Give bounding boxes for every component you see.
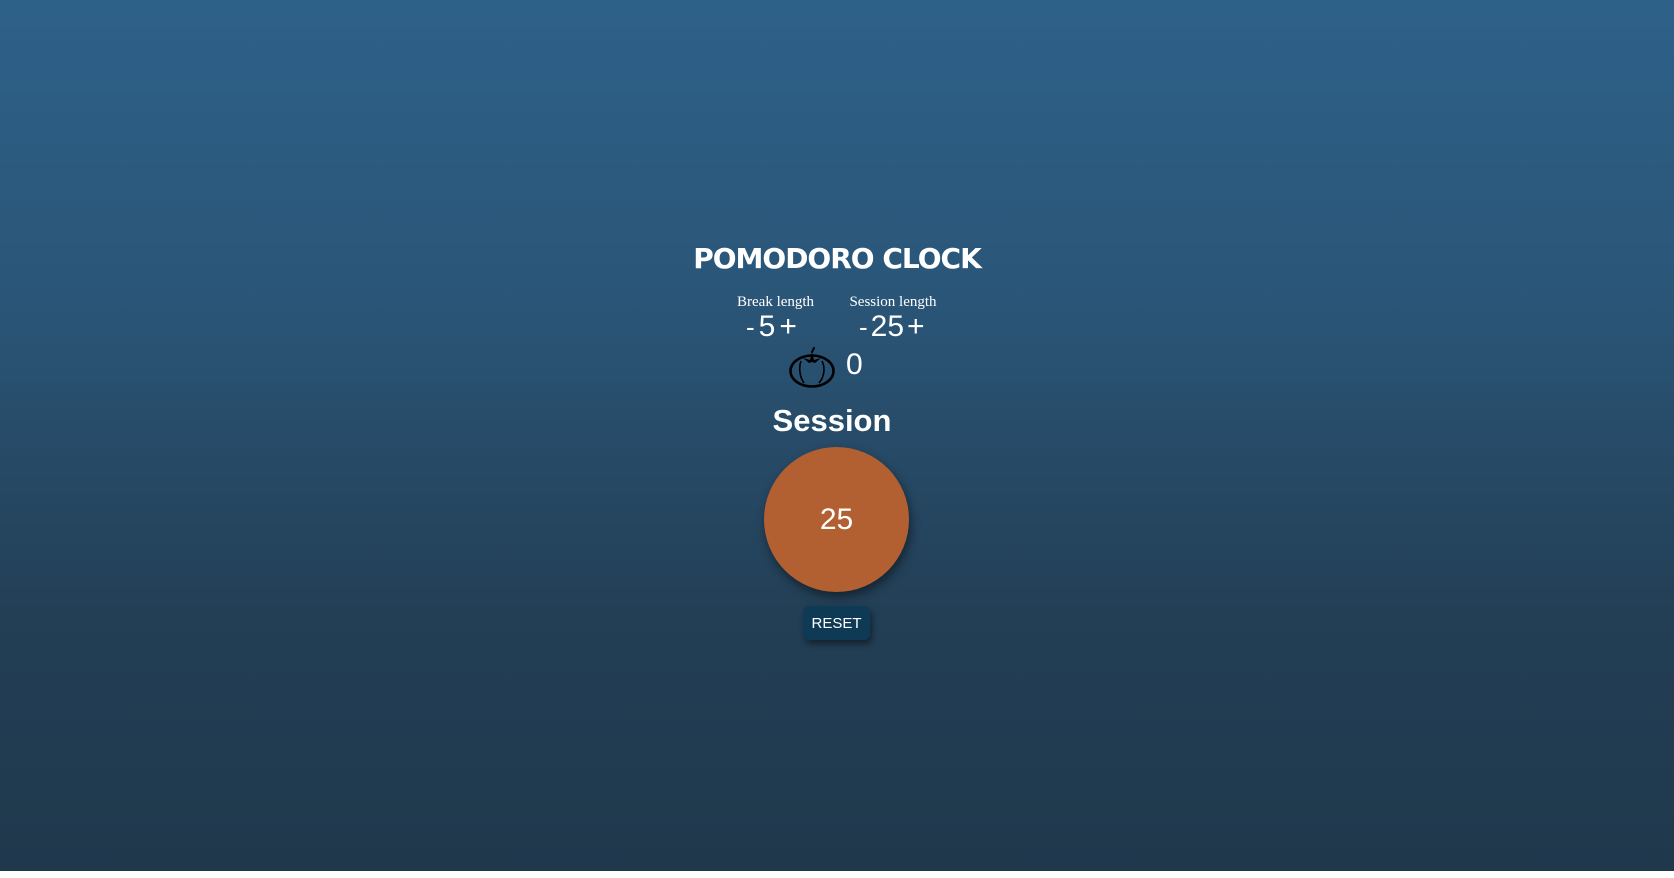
tomato-count: 0 <box>846 348 863 381</box>
session-increment-button[interactable]: + <box>907 310 925 344</box>
break-increment-button[interactable]: + <box>779 310 797 344</box>
app-title: POMODORO CLOCK <box>693 242 982 275</box>
session-length-control: - 25 + <box>859 309 925 345</box>
session-length-value: 25 <box>870 310 905 343</box>
reset-button[interactable]: RESET <box>803 606 870 640</box>
timer-display: 25 <box>819 502 854 536</box>
break-length-value: 5 <box>758 310 776 343</box>
timer-circle[interactable]: 25 <box>764 447 909 592</box>
tomato-icon <box>789 347 835 388</box>
timer-mode-label: Session <box>772 403 892 438</box>
break-length-control: - 5 + <box>746 309 797 345</box>
session-decrement-button[interactable]: - <box>859 312 868 343</box>
pomodoro-app: POMODORO CLOCK Break length - 5 + Sessio… <box>0 0 1674 871</box>
break-decrement-button[interactable]: - <box>746 312 755 343</box>
page-background: POMODORO CLOCK Break length - 5 + Sessio… <box>0 0 1674 871</box>
